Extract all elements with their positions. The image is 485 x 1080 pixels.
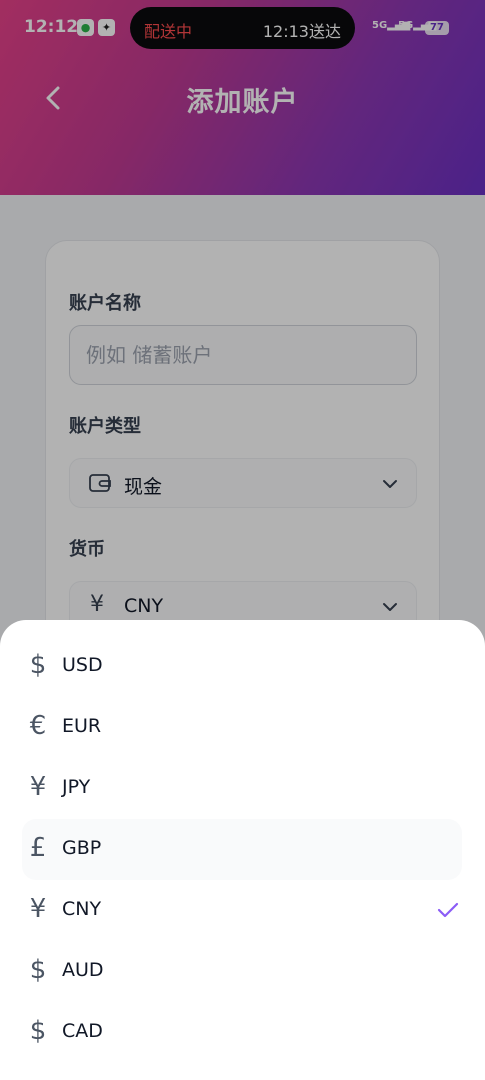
pound-icon: £ — [29, 833, 47, 863]
currency-code: EUR — [62, 715, 102, 737]
currency-option-cny[interactable]: ¥ CNY — [22, 880, 462, 941]
checkmark-icon — [437, 902, 459, 918]
yen-icon: ¥ — [29, 772, 47, 802]
currency-option-aud[interactable]: $ AUD — [22, 941, 462, 1002]
currency-picker-sheet: $ USD € EUR ¥ JPY £ GBP ¥ CNY $ AUD $ CA… — [0, 620, 485, 1080]
currency-code: AUD — [62, 959, 104, 981]
currency-option-eur[interactable]: € EUR — [22, 697, 462, 758]
currency-option-cad[interactable]: $ CAD — [22, 1002, 462, 1063]
dollar-icon: $ — [29, 955, 47, 985]
euro-icon: € — [29, 711, 47, 741]
dollar-icon: $ — [29, 650, 47, 680]
currency-option-usd[interactable]: $ USD — [22, 636, 462, 697]
yen-icon: ¥ — [29, 894, 47, 924]
currency-code: CNY — [62, 898, 102, 920]
currency-code: JPY — [62, 776, 91, 798]
currency-option-gbp[interactable]: £ GBP — [22, 819, 462, 880]
currency-code: GBP — [62, 837, 102, 859]
currency-option-jpy[interactable]: ¥ JPY — [22, 758, 462, 819]
currency-code: USD — [62, 654, 103, 676]
dollar-icon: $ — [29, 1016, 47, 1046]
currency-code: CAD — [62, 1020, 103, 1042]
